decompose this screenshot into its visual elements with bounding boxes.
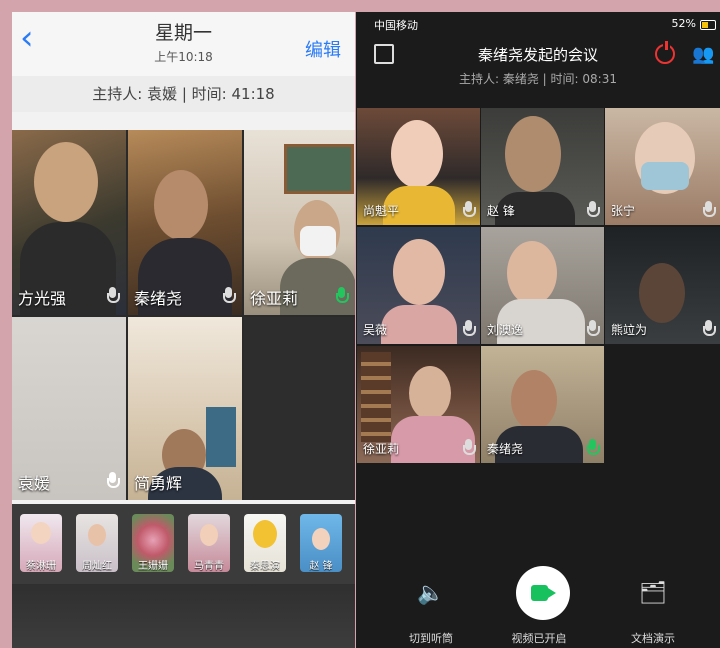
participant-name: 赵 锋 — [487, 204, 515, 218]
thumbnail[interactable]: 马青青 — [188, 514, 230, 572]
control-label: 文档演示 — [631, 632, 675, 645]
participant-name: 方光强 — [18, 289, 67, 308]
mic-icon — [106, 287, 120, 305]
time-label: 上午10:18 — [154, 50, 213, 64]
participant-tile[interactable]: 秦绪尧 — [481, 346, 604, 463]
left-meeting-screen: ‹ 星期一 上午10:18 编辑 主持人: 袁媛 | 时间: 41:18 方光强… — [12, 12, 355, 648]
right-meeting-screen: 中国移动 52% 秦绪尧发起的会议 主持人: 秦绪尧 | 时间: 08:31 👥… — [356, 12, 720, 648]
mic-active-icon — [586, 439, 600, 457]
thumbnail[interactable]: 赵 锋 — [300, 514, 342, 572]
participant-tile[interactable]: 简勇辉 — [128, 317, 242, 500]
battery-icon — [700, 20, 716, 30]
participant-tile[interactable]: 赵 锋 — [481, 108, 604, 225]
thumbnail-name: 王姗姗 — [138, 561, 168, 572]
participant-name: 张宁 — [611, 204, 636, 218]
participant-name: 简勇辉 — [134, 474, 183, 493]
weekday-label: 星期一 — [154, 22, 212, 44]
meeting-subtitle: 主持人: 秦绪尧 | 时间: 08:31 — [459, 72, 617, 86]
switch-handset-button[interactable]: 🔈 切到听筒 — [376, 572, 486, 646]
participant-tile[interactable]: 张宁 — [605, 108, 720, 225]
control-label: 视频已开启 — [511, 632, 567, 645]
mic-icon — [462, 201, 476, 219]
thumbnail-name: 秦思演 — [250, 561, 280, 572]
thumbnail[interactable]: 蔡淋珊 — [20, 514, 62, 572]
mic-icon — [586, 320, 600, 338]
mic-icon — [586, 201, 600, 219]
mic-icon — [702, 320, 716, 338]
control-bar: 🔈 切到听筒 视频已开启 🗂 文档演示 — [356, 566, 720, 648]
carrier-label: 中国移动 — [374, 19, 418, 32]
end-meeting-icon[interactable] — [655, 41, 675, 64]
mic-icon — [106, 472, 120, 490]
participant-tile[interactable]: 熊竝为 — [605, 227, 720, 344]
left-header: ‹ 星期一 上午10:18 编辑 — [12, 12, 355, 82]
folder-share-icon: 🗂 — [639, 581, 667, 606]
camera-icon[interactable] — [516, 566, 570, 620]
speaker-icon: 🔈 — [417, 581, 445, 606]
mic-icon — [462, 320, 476, 338]
participant-tile[interactable]: 方光强 — [12, 130, 126, 315]
mic-icon — [702, 201, 716, 219]
thumbnail-name: 周灿红 — [82, 561, 112, 572]
participant-tile[interactable]: 袁媛 — [12, 317, 126, 500]
participant-tile[interactable]: 尚魁平 — [357, 108, 480, 225]
video-grid: 尚魁平 赵 锋 张宁 吴薇 刘澳逸 熊竝为 徐亚莉 秦绪尧 — [356, 108, 720, 463]
mic-icon — [222, 287, 236, 305]
thumbnail[interactable]: 秦思演 — [244, 514, 286, 572]
participant-tile[interactable]: 刘澳逸 — [481, 227, 604, 344]
participant-name: 熊竝为 — [611, 323, 648, 337]
mic-icon — [462, 439, 476, 457]
participant-name: 徐亚莉 — [363, 442, 400, 456]
video-grid: 方光强 秦绪尧 徐亚莉 袁媛 简勇辉 — [12, 130, 355, 500]
participant-tile[interactable]: 秦绪尧 — [128, 130, 242, 315]
participants-icon[interactable]: 👥 — [692, 44, 714, 65]
thumbnail[interactable]: 王姗姗 — [132, 514, 174, 572]
mic-active-icon — [335, 287, 349, 305]
thumbnail-name: 蔡淋珊 — [26, 561, 56, 572]
thumbnail-name: 赵 锋 — [309, 561, 333, 572]
host-info: 主持人: 袁媛 | 时间: 41:18 — [12, 76, 355, 112]
participant-name: 袁媛 — [18, 474, 51, 493]
participant-thumbnail-strip[interactable]: 蔡淋珊 周灿红 王姗姗 马青青 秦思演 赵 锋 — [12, 504, 355, 584]
empty-tile — [244, 317, 355, 500]
participant-name: 秦绪尧 — [487, 442, 524, 456]
participant-tile[interactable]: 徐亚莉 — [357, 346, 480, 463]
participant-name: 徐亚莉 — [250, 289, 299, 308]
thumbnail[interactable]: 周灿红 — [76, 514, 118, 572]
participant-name: 吴薇 — [363, 323, 388, 337]
participant-name: 尚魁平 — [363, 204, 400, 218]
participant-tile[interactable]: 吴薇 — [357, 227, 480, 344]
document-share-button[interactable]: 🗂 文档演示 — [598, 572, 708, 646]
status-bar: 中国移动 52% — [356, 12, 720, 36]
edit-button[interactable]: 编辑 — [305, 36, 341, 62]
left-bottom-bar — [12, 584, 355, 648]
participant-name: 秦绪尧 — [134, 289, 183, 308]
battery-label: 52% — [671, 17, 696, 30]
participant-name: 刘澳逸 — [487, 323, 524, 337]
control-label: 切到听筒 — [409, 632, 453, 645]
participant-tile[interactable]: 徐亚莉 — [244, 130, 355, 315]
thumbnail-name: 马青青 — [194, 561, 224, 572]
